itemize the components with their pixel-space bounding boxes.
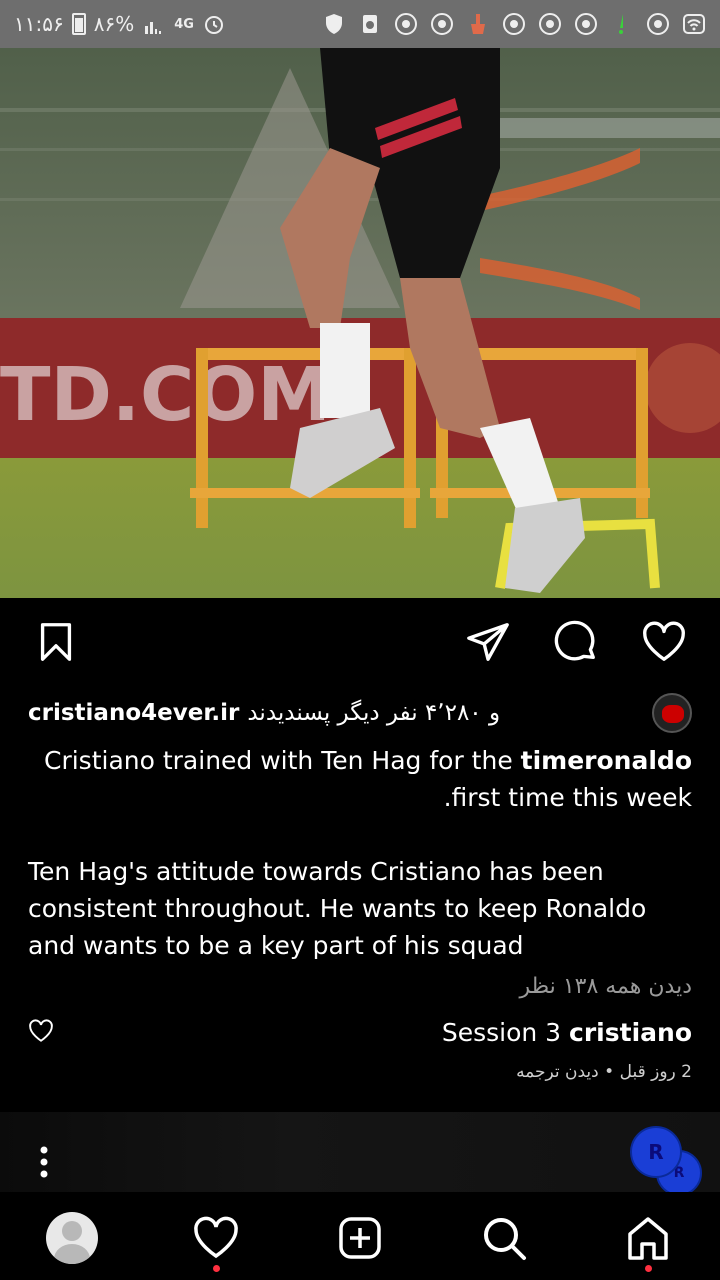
- channel-badge-text: R: [648, 1140, 664, 1164]
- nav-home[interactable]: [620, 1210, 676, 1272]
- chrome-icon: [502, 12, 526, 36]
- next-post-preview: R R: [0, 1112, 720, 1196]
- exclamation-icon: [610, 12, 634, 36]
- nav-search[interactable]: [476, 1210, 532, 1266]
- like-button[interactable]: [640, 618, 688, 666]
- see-translation-link[interactable]: دیدن ترجمه: [516, 1062, 599, 1082]
- training-photo: TD.COM: [0, 48, 720, 598]
- comment-icon: [554, 620, 595, 661]
- status-bar: ۱۱:۵۶ ۸۶% 4G: [0, 0, 720, 48]
- cleaner-icon: [358, 12, 382, 36]
- chrome-icon: [646, 12, 670, 36]
- view-all-comments[interactable]: دیدن همه ۱۳۸ نظر: [520, 974, 693, 999]
- add-post-icon: [339, 1217, 381, 1259]
- caption-text-1: Cristiano trained with Ten Hag for the: [43, 746, 513, 775]
- alarm-icon: [202, 12, 226, 36]
- likes-username[interactable]: cristiano4ever.ir: [28, 700, 239, 726]
- comment-like-button[interactable]: [28, 1018, 56, 1046]
- save-button[interactable]: [32, 618, 80, 666]
- share-button[interactable]: [464, 618, 512, 666]
- chrome-icon: [430, 12, 454, 36]
- likes-row[interactable]: cristiano4ever.ir و ۴٬۲۸۰ نفر دیگر پسندی…: [28, 690, 692, 736]
- heart-icon: [643, 621, 685, 661]
- caption-line-1: Cristiano trained with Ten Hag for the t…: [28, 742, 692, 779]
- post-time: 2 روز قبل: [619, 1062, 692, 1082]
- status-time: ۱۱:۵۶: [14, 12, 64, 36]
- chrome-icon: [574, 12, 598, 36]
- post-caption: Cristiano trained with Ten Hag for the t…: [28, 742, 692, 964]
- search-icon: [484, 1218, 526, 1260]
- banner-text: TD.COM: [0, 352, 331, 438]
- comment-button[interactable]: [552, 618, 600, 666]
- battery-percent: ۸۶%: [93, 12, 135, 36]
- comment-username[interactable]: cristiano: [569, 1018, 692, 1047]
- status-left: ۱۱:۵۶ ۸۶% 4G: [14, 12, 226, 36]
- chrome-icon: [538, 12, 562, 36]
- comment-text: Session 3: [441, 1017, 562, 1047]
- caption-username[interactable]: timeronaldo: [521, 746, 692, 775]
- nav-profile[interactable]: [44, 1210, 100, 1266]
- bookmark-icon: [40, 623, 72, 661]
- wifi-icon: [682, 12, 706, 36]
- battery-icon: [71, 13, 86, 35]
- post-actions: [0, 600, 720, 690]
- heart-icon: [29, 1019, 53, 1042]
- nav-create[interactable]: [332, 1210, 388, 1266]
- comment-body: Session 3 cristiano: [442, 1018, 692, 1047]
- meta-separator: •: [598, 1062, 620, 1082]
- signal-icon: [142, 12, 166, 36]
- liker-avatar[interactable]: [652, 693, 692, 733]
- caption-paragraph: Ten Hag's attitude towards Cristiano has…: [28, 857, 647, 960]
- shield-icon: [322, 12, 346, 36]
- network-type: 4G: [174, 16, 194, 32]
- profile-avatar: [46, 1212, 98, 1264]
- send-icon: [467, 623, 509, 661]
- heart-icon: [194, 1216, 238, 1259]
- likes-count-text[interactable]: و ۴٬۲۸۰ نفر دیگر پسندیدند: [247, 700, 500, 726]
- notification-dot: [213, 1265, 220, 1272]
- chrome-icon: [394, 12, 418, 36]
- caption-line-2: .first time this week: [443, 783, 692, 812]
- post-meta: 2 روز قبل • دیدن ترجمه: [516, 1062, 692, 1082]
- channel-badge[interactable]: R: [630, 1126, 682, 1178]
- status-right: [322, 12, 706, 36]
- notification-dot: [645, 1265, 652, 1272]
- bottom-nav: [0, 1192, 720, 1280]
- post-image[interactable]: TD.COM: [0, 48, 720, 598]
- broom-icon: [466, 12, 490, 36]
- comment-row: Session 3 cristiano: [28, 1010, 692, 1054]
- more-options-icon[interactable]: [30, 1142, 58, 1182]
- home-icon: [628, 1217, 668, 1260]
- nav-activity[interactable]: [188, 1210, 244, 1272]
